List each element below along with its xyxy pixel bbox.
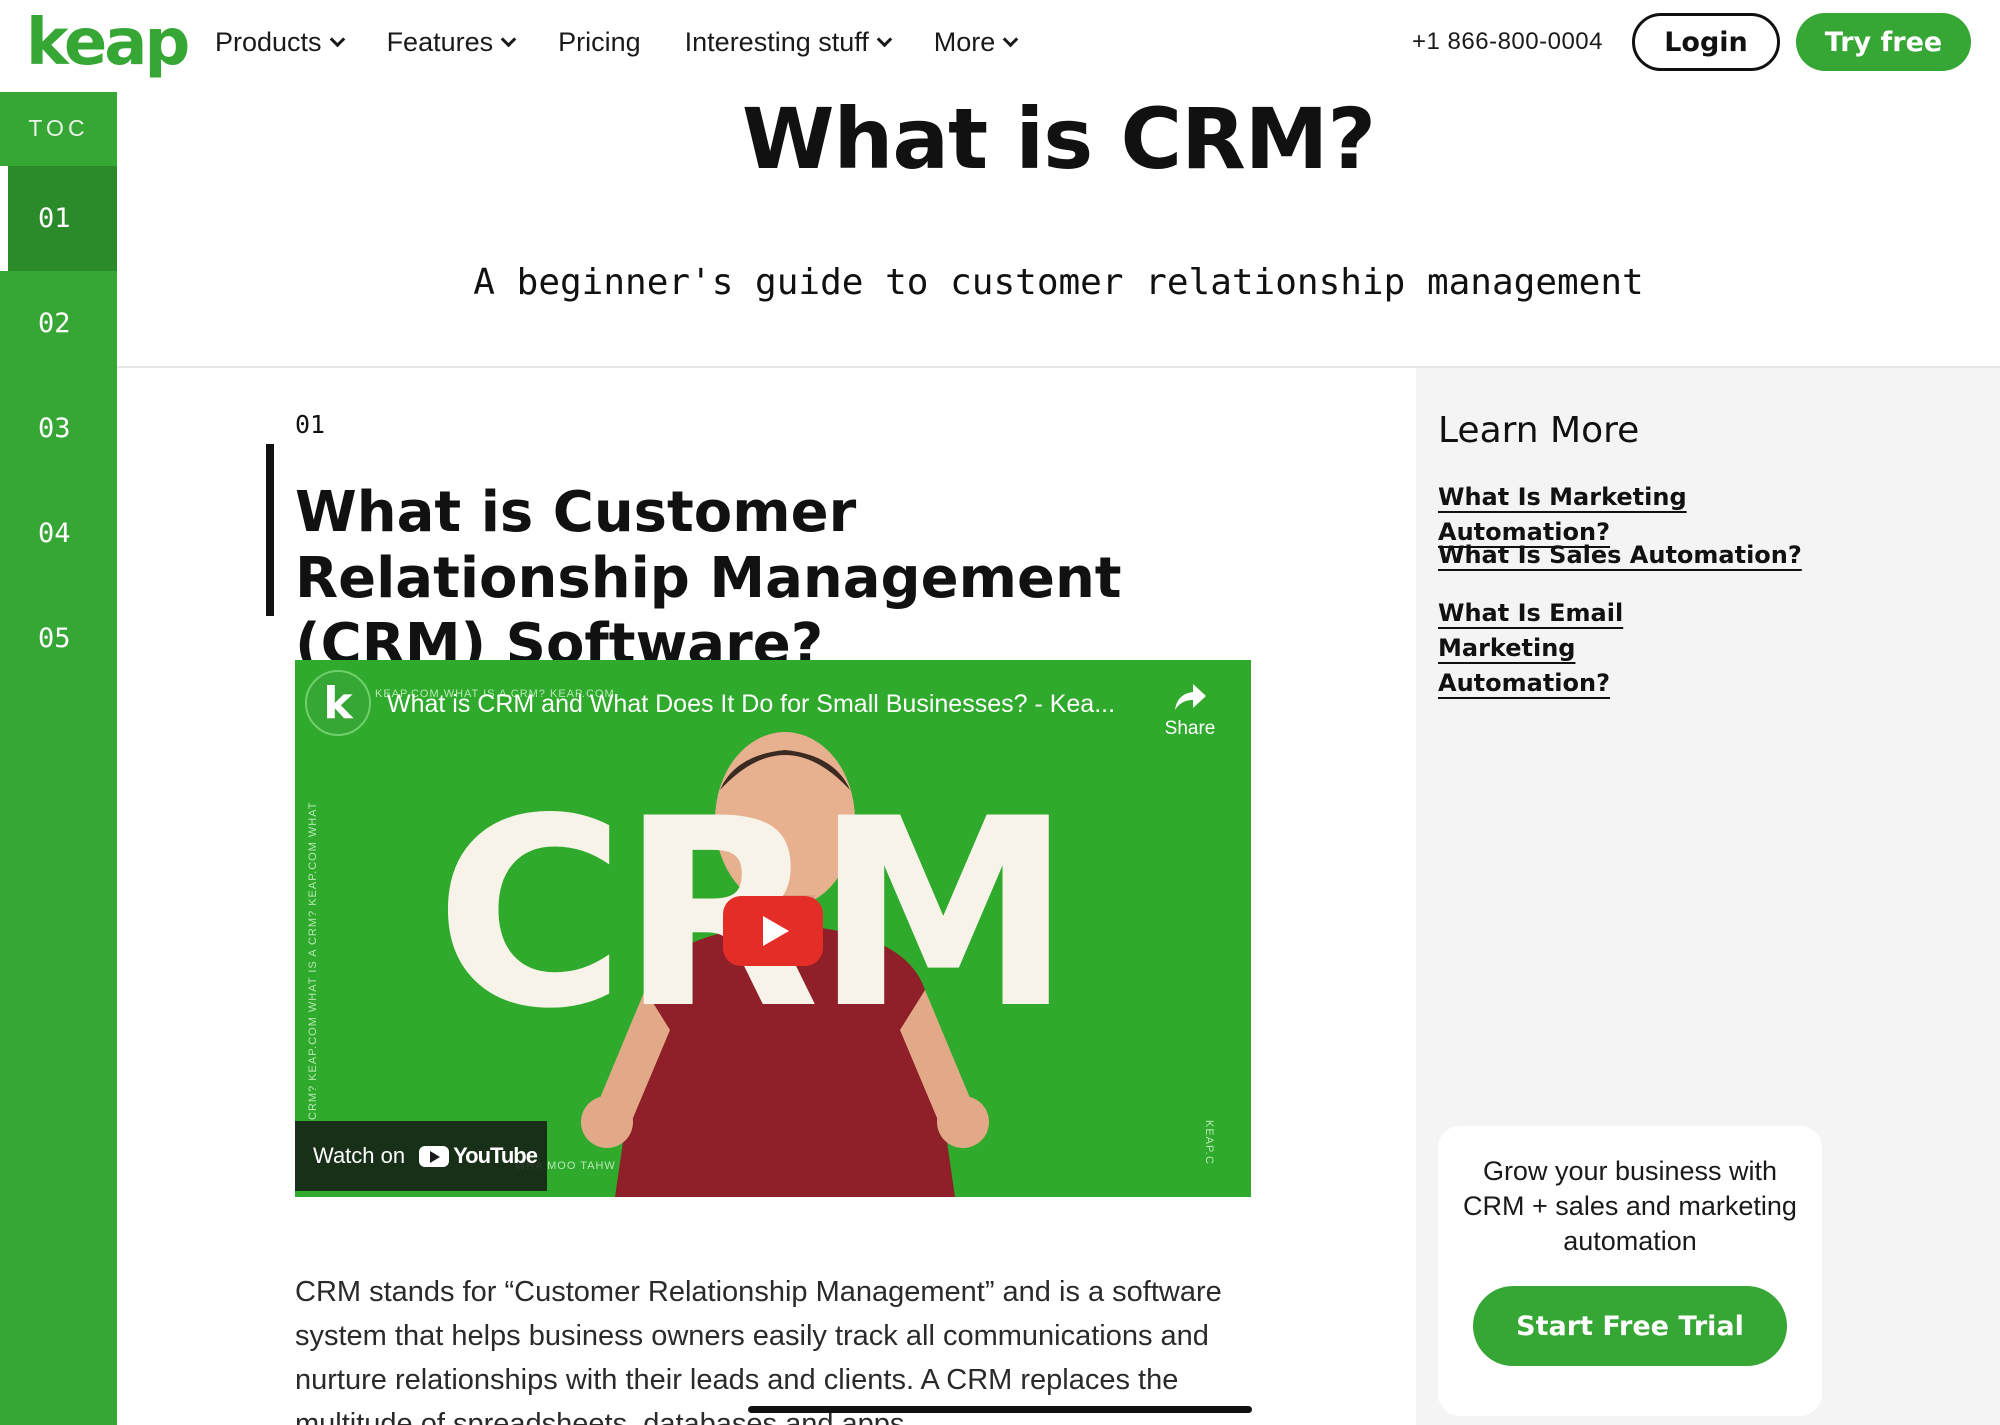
scroll-indicator xyxy=(748,1406,1252,1413)
intro-paragraph: CRM stands for “Customer Relationship Ma… xyxy=(295,1276,1222,1425)
nav-pricing-label: Pricing xyxy=(558,26,641,57)
login-button[interactable]: Login xyxy=(1632,13,1780,71)
chevron-down-icon xyxy=(876,31,893,47)
page-title: What is CRM? xyxy=(741,90,1376,188)
keap-logo[interactable]: keap xyxy=(26,8,190,78)
nav-products[interactable]: Products xyxy=(215,22,345,62)
youtube-play-icon xyxy=(419,1145,450,1167)
play-button[interactable] xyxy=(723,896,823,966)
toc-item-05[interactable]: 05 xyxy=(0,586,117,691)
share-arrow-icon xyxy=(1175,684,1206,710)
video-edge-text-left: CRM? KEAP.COM WHAT IS A CRM? KEAP.COM WH… xyxy=(307,801,319,1120)
main-nav: Products Features Pricing Interesting st… xyxy=(215,22,1019,62)
youtube-video-embed[interactable]: KEAP.COM WHAT IS A CRM? KEAP.COM CRM? KE… xyxy=(295,660,1251,1197)
share-button[interactable]: Share xyxy=(1155,682,1225,740)
toc-item-02[interactable]: 02 xyxy=(0,271,117,376)
watch-on-youtube-button[interactable]: Watch on YouTube xyxy=(295,1121,547,1191)
channel-avatar[interactable]: k xyxy=(305,670,371,736)
chevron-down-icon xyxy=(500,31,517,47)
toc-title: TOC xyxy=(28,114,89,141)
link-email-marketing-automation[interactable]: What Is Email Marketing Automation? xyxy=(1438,596,1738,701)
site-header: keap Products Features Pricing Interesti… xyxy=(0,0,2000,92)
video-edge-text-right: KEAP.C xyxy=(1203,1120,1215,1165)
try-free-button[interactable]: Try free xyxy=(1796,13,1971,71)
nav-features-label: Features xyxy=(386,26,494,57)
nav-interesting-stuff-label: Interesting stuff xyxy=(684,26,869,57)
video-title[interactable]: What is CRM and What Does It Do for Smal… xyxy=(387,690,1115,719)
chevron-down-icon xyxy=(1003,31,1019,47)
learn-more-title: Learn More xyxy=(1438,410,1640,451)
section-title: What is Customer Relationship Management… xyxy=(295,480,1122,677)
nav-more-label: More xyxy=(933,26,996,57)
nav-products-label: Products xyxy=(215,26,322,57)
phone-number[interactable]: +1 866-800-0004 xyxy=(1412,28,1603,56)
section-number: 01 xyxy=(295,410,326,439)
toc-item-01[interactable]: 01 xyxy=(0,166,117,271)
share-label: Share xyxy=(1164,718,1216,739)
link-sales-automation[interactable]: What Is Sales Automation? xyxy=(1438,538,1838,573)
learn-more-rail: Learn More What Is Marketing Automation?… xyxy=(1416,368,2000,1425)
nav-more[interactable]: More xyxy=(933,22,1019,62)
youtube-wordmark: YouTube xyxy=(453,1143,538,1168)
toc-sidebar: TOC 01 02 03 04 05 xyxy=(0,92,117,1425)
nav-interesting-stuff[interactable]: Interesting stuff xyxy=(684,22,893,62)
promo-text: Grow your business with CRM + sales and … xyxy=(1463,1156,1797,1256)
chevron-down-icon xyxy=(329,31,345,47)
promo-card: Grow your business with CRM + sales and … xyxy=(1438,1126,1822,1416)
start-free-trial-button[interactable]: Start Free Trial xyxy=(1473,1286,1787,1366)
nav-features[interactable]: Features xyxy=(386,22,517,62)
watch-on-label: Watch on xyxy=(313,1143,406,1168)
page-subtitle: A beginner's guide to customer relations… xyxy=(473,262,1644,303)
nav-pricing[interactable]: Pricing xyxy=(558,22,641,62)
toc-item-03[interactable]: 03 xyxy=(0,376,117,481)
section-accent-bar xyxy=(266,444,274,616)
toc-item-04[interactable]: 04 xyxy=(0,481,117,586)
